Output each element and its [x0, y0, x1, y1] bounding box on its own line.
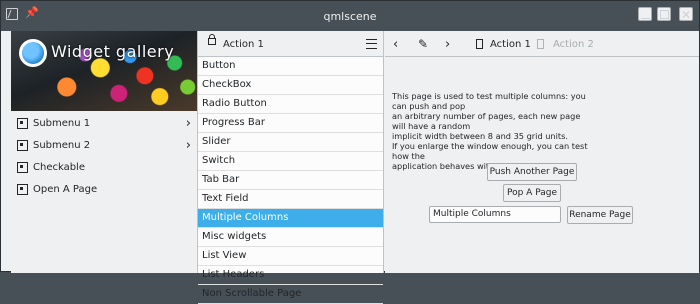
close-button[interactable]: ✕ [679, 7, 693, 22]
menu-item-label: Checkable [33, 162, 85, 173]
page-icon [17, 184, 28, 195]
minimize-button[interactable] [638, 7, 652, 21]
forward-icon[interactable]: › [445, 37, 450, 52]
bookmark-disabled-icon [537, 39, 544, 49]
list-item[interactable]: List View [198, 247, 383, 266]
title-bar[interactable]: 📌 qmlscene ✕ [1, 1, 699, 31]
global-drawer: Widget gallery Submenu 1 › Submenu 2 › C… [11, 31, 197, 273]
pop-a-page-button[interactable]: Pop A Page [503, 184, 561, 202]
drawer-menu: Submenu 1 › Submenu 2 › Checkable Open A… [11, 113, 197, 201]
menu-item-label: Submenu 2 [33, 140, 91, 151]
menu-item-submenu-1[interactable]: Submenu 1 › [11, 113, 197, 135]
banner-title: Widget gallery [51, 42, 175, 61]
menu-item-label: Submenu 1 [33, 118, 91, 129]
submenu-icon [17, 118, 28, 129]
window-title: qmlscene [323, 10, 377, 23]
kirigami-logo-icon [19, 39, 47, 67]
banner: Widget gallery [11, 31, 197, 111]
maximize-icon [659, 10, 669, 19]
list-item[interactable]: Misc widgets [198, 228, 383, 247]
list-item[interactable]: Progress Bar [198, 114, 383, 133]
list-item[interactable]: Non Scrollable Page [198, 285, 383, 304]
gallery-list: Button CheckBox Radio Button Progress Bar Sl… [198, 57, 383, 304]
menu-item-submenu-2[interactable]: Submenu 2 › [11, 135, 197, 157]
action-1-button[interactable]: Action 1 [223, 39, 264, 50]
maximize-button[interactable] [657, 7, 671, 21]
pencil-icon[interactable]: ✎ [418, 37, 428, 51]
action-1-button[interactable]: Action 1 [490, 39, 531, 50]
chevron-right-icon: › [185, 138, 191, 153]
list-item[interactable]: Button [198, 57, 383, 76]
rename-page-button[interactable]: Rename Page [567, 206, 633, 224]
menu-item-open-a-page[interactable]: Open A Page [11, 179, 197, 201]
multiple-columns-page: ‹ ✎ › Action 1 Action 2 This page is use… [385, 31, 699, 273]
list-item[interactable]: List Headers [198, 266, 383, 285]
list-item[interactable]: CheckBox [198, 76, 383, 95]
list-item[interactable]: Tab Bar [198, 171, 383, 190]
minimize-icon [640, 18, 650, 19]
menu-item-label: Open A Page [33, 184, 98, 195]
menu-item-checkable[interactable]: Checkable [11, 157, 197, 179]
checkable-icon [17, 162, 28, 173]
submenu-icon [17, 140, 28, 151]
page-description: This page is used to test multiple colum… [392, 91, 588, 171]
list-item[interactable]: Text Field [198, 190, 383, 209]
app-window: 📌 qmlscene ✕ Widget gallery Submenu 1 › … [0, 0, 700, 304]
list-item[interactable]: Radio Button [198, 95, 383, 114]
page-title-input[interactable]: Multiple Columns [429, 206, 561, 223]
bookmark-icon [476, 39, 483, 49]
list-item[interactable]: Switch [198, 152, 383, 171]
list-toolbar: Action 1 [198, 31, 383, 57]
list-item[interactable]: Slider [198, 133, 383, 152]
hamburger-menu-icon[interactable] [366, 39, 377, 49]
push-another-page-button[interactable]: Push Another Page [487, 163, 577, 181]
list-item[interactable]: Multiple Columns [198, 209, 383, 228]
page-toolbar: ‹ ✎ › Action 1 Action 2 [385, 31, 699, 57]
action-2-button[interactable]: Action 2 [553, 39, 594, 50]
chevron-right-icon: › [185, 116, 191, 131]
back-icon[interactable]: ‹ [393, 37, 398, 52]
lock-icon[interactable] [208, 34, 216, 45]
gallery-list-page: Action 1 Button CheckBox Radio Button Progr… [197, 31, 384, 304]
